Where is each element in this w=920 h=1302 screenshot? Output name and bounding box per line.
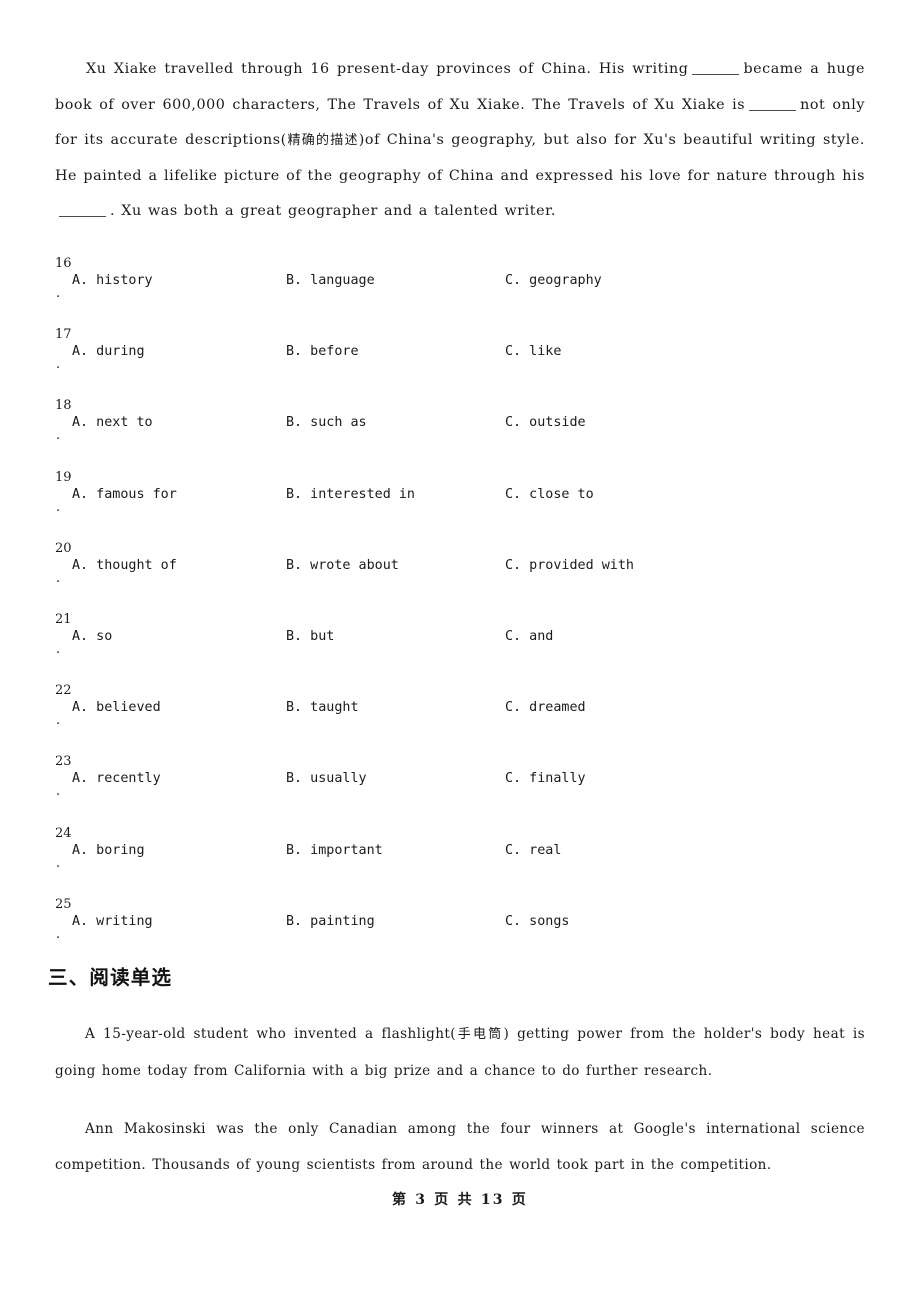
- option-b[interactable]: B. language: [286, 268, 375, 294]
- option-c[interactable]: C. songs: [505, 909, 570, 935]
- option-b[interactable]: B. before: [286, 339, 359, 365]
- option-c[interactable]: C. and: [505, 624, 553, 650]
- option-row: A. history B. language C. geography: [55, 268, 865, 296]
- question-list: 16 . A. history B. language C. geography…: [55, 256, 865, 968]
- option-c[interactable]: C. geography: [505, 268, 602, 294]
- option-a[interactable]: A. so: [72, 624, 112, 650]
- document-page: Xu Xiake travelled through 16 present-da…: [0, 0, 920, 1302]
- option-a[interactable]: A. recently: [72, 766, 161, 792]
- cloze-gloss-chinese-1: 精确的描述: [286, 133, 359, 148]
- cloze-text-segment-1: Xu Xiake travelled through 16 present-da…: [86, 61, 689, 77]
- option-a[interactable]: A. famous for: [72, 482, 177, 508]
- option-a[interactable]: A. history: [72, 268, 153, 294]
- option-row: A. thought of B. wrote about C. provided…: [55, 553, 865, 581]
- option-a[interactable]: A. writing: [72, 909, 153, 935]
- option-b[interactable]: B. important: [286, 838, 383, 864]
- reading-gloss-chinese-1: 手电筒: [456, 1027, 504, 1042]
- question-block-25: 25 . A. writing B. painting C. songs: [55, 897, 865, 968]
- option-row: A. next to B. such as C. outside: [55, 410, 865, 438]
- option-b[interactable]: B. painting: [286, 909, 375, 935]
- reading-passage: A 15-year-old student who invented a fla…: [55, 1016, 865, 1205]
- section-heading: 三、阅读单选: [48, 966, 173, 989]
- option-c[interactable]: C. close to: [505, 482, 594, 508]
- question-block-20: 20 . A. thought of B. wrote about C. pro…: [55, 541, 865, 612]
- option-b[interactable]: B. interested in: [286, 482, 415, 508]
- option-c[interactable]: C. like: [505, 339, 561, 365]
- question-block-18: 18 . A. next to B. such as C. outside: [55, 398, 865, 469]
- cloze-blank-25[interactable]: [59, 204, 106, 217]
- option-a[interactable]: A. during: [72, 339, 145, 365]
- cloze-passage: Xu Xiake travelled through 16 present-da…: [55, 52, 865, 230]
- option-b[interactable]: B. wrote about: [286, 553, 399, 579]
- option-row: A. famous for B. interested in C. close …: [55, 482, 865, 510]
- option-row: A. during B. before C. like: [55, 339, 865, 367]
- question-block-24: 24 . A. boring B. important C. real: [55, 826, 865, 897]
- option-row: A. so B. but C. and: [55, 624, 865, 652]
- option-a[interactable]: A. believed: [72, 695, 161, 721]
- option-b[interactable]: B. such as: [286, 410, 367, 436]
- option-b[interactable]: B. taught: [286, 695, 359, 721]
- option-a[interactable]: A. next to: [72, 410, 153, 436]
- option-b[interactable]: B. usually: [286, 766, 367, 792]
- option-c[interactable]: C. real: [505, 838, 561, 864]
- reading-text-1-pre: A 15-year-old student who invented a fla…: [85, 1026, 456, 1042]
- question-block-21: 21 . A. so B. but C. and: [55, 612, 865, 683]
- option-c[interactable]: C. outside: [505, 410, 586, 436]
- cloze-passage-body: Xu Xiake travelled through 16 present-da…: [55, 52, 865, 230]
- reading-text-2: Ann Makosinski was the only Canadian amo…: [55, 1121, 865, 1173]
- page-footer: 第 3 页 共 13 页: [392, 1192, 528, 1208]
- option-b[interactable]: B. but: [286, 624, 334, 650]
- option-row: A. believed B. taught C. dreamed: [55, 695, 865, 723]
- question-block-19: 19 . A. famous for B. interested in C. c…: [55, 470, 865, 541]
- question-block-22: 22 . A. believed B. taught C. dreamed: [55, 683, 865, 754]
- question-block-16: 16 . A. history B. language C. geography: [55, 256, 865, 327]
- cloze-blank-17[interactable]: [749, 98, 797, 111]
- option-row: A. writing B. painting C. songs: [55, 909, 865, 937]
- option-c[interactable]: C. finally: [505, 766, 586, 792]
- reading-paragraph-2: Ann Makosinski was the only Canadian amo…: [55, 1111, 865, 1183]
- option-c[interactable]: C. provided with: [505, 553, 634, 579]
- option-a[interactable]: A. boring: [72, 838, 145, 864]
- cloze-text-segment-4: . Xu was both a great geographer and a t…: [110, 203, 556, 219]
- question-block-23: 23 . A. recently B. usually C. finally: [55, 754, 865, 825]
- reading-paragraph-1: A 15-year-old student who invented a fla…: [55, 1016, 865, 1089]
- option-row: A. boring B. important C. real: [55, 838, 865, 866]
- option-a[interactable]: A. thought of: [72, 553, 177, 579]
- option-row: A. recently B. usually C. finally: [55, 766, 865, 794]
- cloze-blank-16[interactable]: [692, 62, 740, 75]
- option-c[interactable]: C. dreamed: [505, 695, 586, 721]
- question-block-17: 17 . A. during B. before C. like: [55, 327, 865, 398]
